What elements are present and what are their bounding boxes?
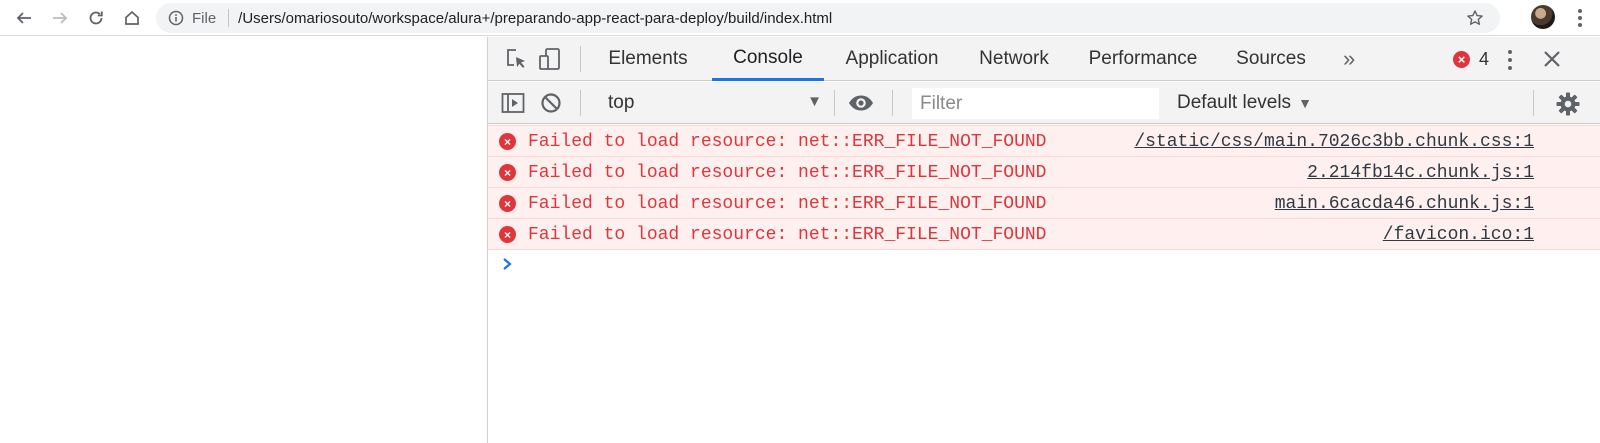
back-button[interactable] xyxy=(7,1,41,35)
tab-application[interactable]: Application xyxy=(832,37,952,81)
reload-button[interactable] xyxy=(79,1,113,35)
scheme-label: File xyxy=(192,9,217,27)
close-devtools-icon[interactable] xyxy=(1540,47,1564,71)
console-sidebar-icon xyxy=(501,93,525,113)
browser-menu-button[interactable] xyxy=(1570,7,1590,29)
error-source-link[interactable]: main.6cacda46.chunk.js:1 xyxy=(1275,194,1534,214)
console-toolbar-divider xyxy=(1533,90,1534,116)
page-viewport xyxy=(0,37,487,443)
error-icon: × xyxy=(499,133,516,150)
console-error-row: × Failed to load resource: net::ERR_FILE… xyxy=(488,218,1600,249)
console-input[interactable] xyxy=(522,254,1582,276)
chevron-down-icon: ▼ xyxy=(807,93,822,110)
error-message: Failed to load resource: net::ERR_FILE_N… xyxy=(528,163,1047,183)
profile-avatar[interactable] xyxy=(1531,5,1555,29)
console-error-row: × Failed to load resource: net::ERR_FILE… xyxy=(488,187,1600,218)
live-expression-button[interactable] xyxy=(847,89,875,117)
error-badge-icon: × xyxy=(1453,51,1470,68)
context-value: top xyxy=(608,92,635,113)
url-text[interactable]: /Users/omariosouto/workspace/alura+/prep… xyxy=(238,10,832,27)
device-toolbar-icon xyxy=(539,48,560,70)
error-icon: × xyxy=(499,226,516,243)
devtools-tabbar: Elements Console Application Network Per… xyxy=(488,37,1600,81)
info-icon[interactable] xyxy=(168,10,184,26)
console-sidebar-button[interactable] xyxy=(499,89,527,117)
error-message: Failed to load resource: net::ERR_FILE_N… xyxy=(528,132,1047,152)
reload-icon xyxy=(89,11,103,24)
forward-button[interactable] xyxy=(43,1,77,35)
omnibox-divider xyxy=(228,9,230,27)
tabbar-divider xyxy=(580,46,581,72)
log-levels-label: Default levels xyxy=(1177,92,1292,113)
clear-console-button[interactable] xyxy=(537,89,565,117)
error-counter[interactable]: × 4 xyxy=(1453,49,1489,70)
error-message: Failed to load resource: net::ERR_FILE_N… xyxy=(528,194,1047,214)
tab-performance[interactable]: Performance xyxy=(1078,37,1208,81)
more-tabs-button[interactable]: » xyxy=(1343,46,1355,72)
console-error-row: × Failed to load resource: net::ERR_FILE… xyxy=(488,125,1600,156)
tab-network[interactable]: Network xyxy=(968,37,1060,81)
bookmark-star-icon[interactable] xyxy=(1466,9,1484,27)
eye-icon xyxy=(849,95,873,111)
error-message: Failed to load resource: net::ERR_FILE_N… xyxy=(528,225,1047,245)
tab-console[interactable]: Console xyxy=(712,37,824,81)
execution-context-select[interactable]: top ▼ xyxy=(608,90,826,116)
browser-toolbar: File /Users/omariosouto/workspace/alura+… xyxy=(0,0,1600,36)
prompt-chevron-icon xyxy=(503,258,512,270)
error-source-link[interactable]: /favicon.ico:1 xyxy=(1383,225,1534,245)
home-button[interactable] xyxy=(115,1,149,35)
settings-gear-icon[interactable] xyxy=(1555,91,1581,117)
device-toolbar-button[interactable] xyxy=(536,45,564,73)
tab-elements[interactable]: Elements xyxy=(596,37,700,81)
console-toolbar-divider xyxy=(580,90,581,116)
log-levels-dropdown[interactable]: Default levels ▼ xyxy=(1177,90,1312,116)
home-icon xyxy=(125,10,139,25)
back-arrow-icon xyxy=(16,11,31,24)
inspect-element-icon xyxy=(507,49,525,68)
address-bar[interactable]: File /Users/omariosouto/workspace/alura+… xyxy=(156,3,1500,33)
console-toolbar: top ▼ Default levels ▼ xyxy=(488,82,1600,124)
tab-sources[interactable]: Sources xyxy=(1226,37,1316,81)
chevron-down-icon: ▼ xyxy=(1298,95,1312,111)
inspect-element-button[interactable] xyxy=(502,45,530,73)
error-icon: × xyxy=(499,195,516,212)
console-toolbar-divider xyxy=(834,90,835,116)
console-messages: × Failed to load resource: net::ERR_FILE… xyxy=(488,125,1600,280)
console-error-row: × Failed to load resource: net::ERR_FILE… xyxy=(488,156,1600,187)
console-prompt[interactable] xyxy=(488,249,1600,280)
error-count: 4 xyxy=(1479,49,1490,69)
clear-console-icon xyxy=(541,93,561,113)
console-toolbar-divider xyxy=(892,90,893,116)
devtools-menu-button[interactable] xyxy=(1506,48,1514,72)
console-filter-input[interactable] xyxy=(912,88,1159,119)
error-source-link[interactable]: /static/css/main.7026c3bb.chunk.css:1 xyxy=(1134,132,1534,152)
devtools-panel: Elements Console Application Network Per… xyxy=(487,37,1600,443)
error-source-link[interactable]: 2.214fb14c.chunk.js:1 xyxy=(1307,163,1534,183)
forward-arrow-icon xyxy=(53,11,68,24)
error-icon: × xyxy=(499,164,516,181)
